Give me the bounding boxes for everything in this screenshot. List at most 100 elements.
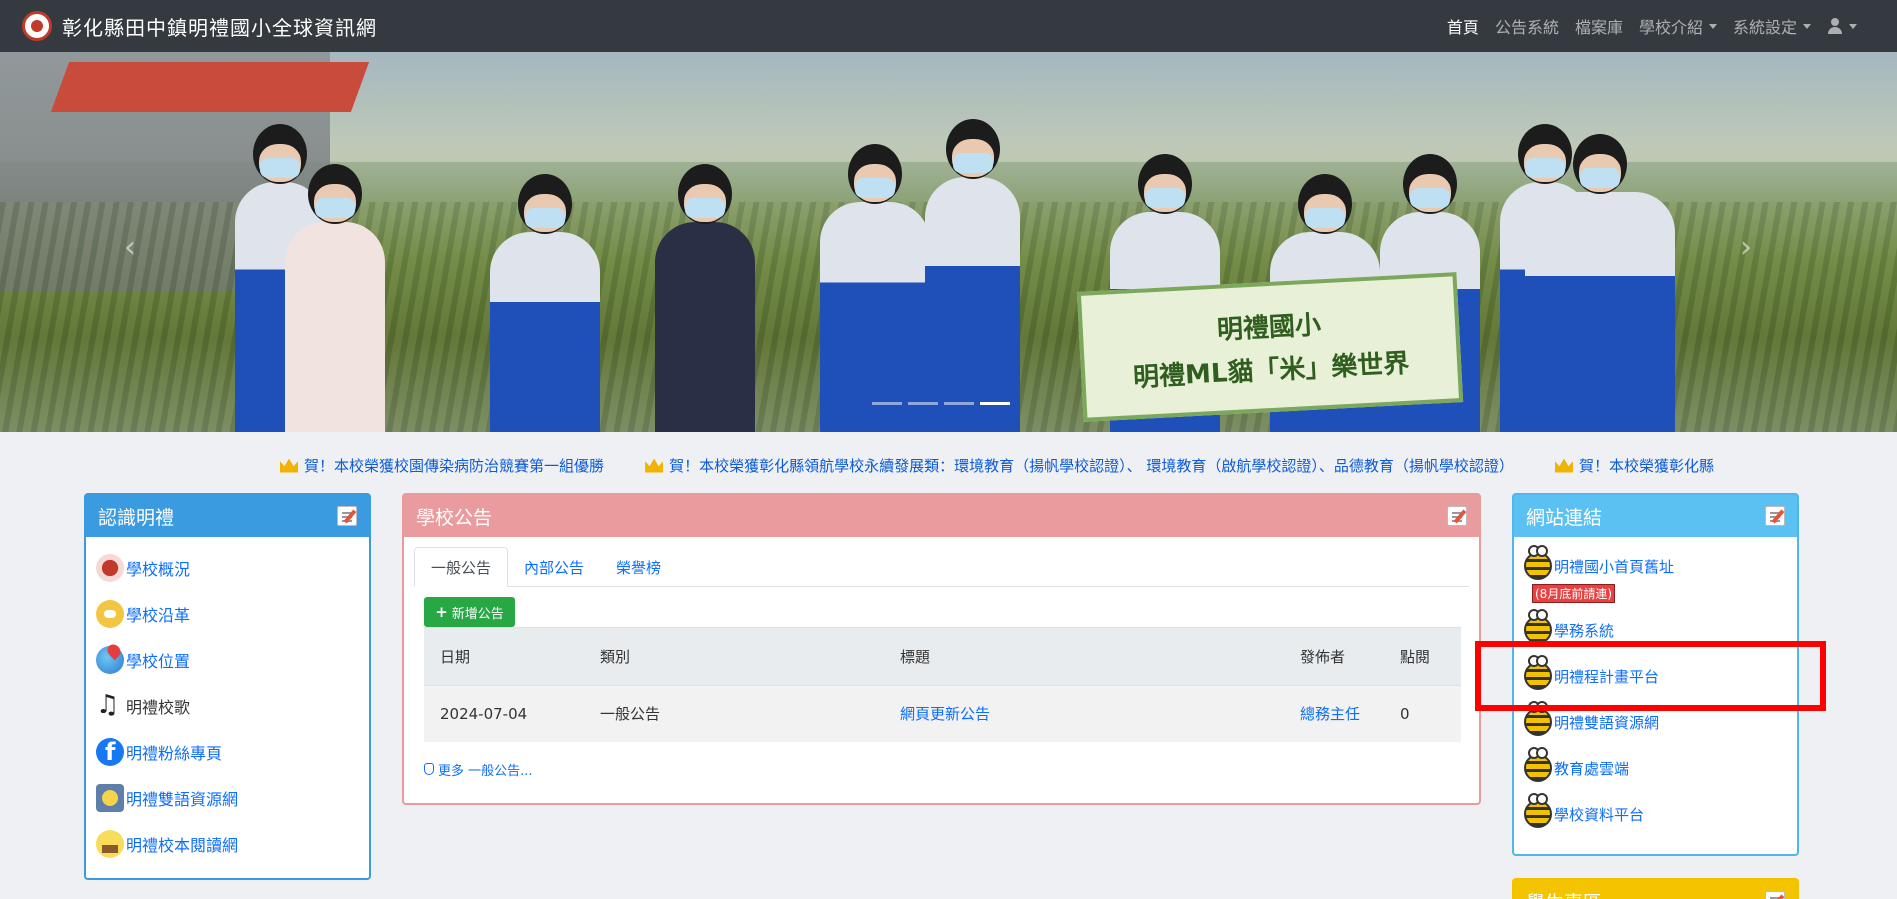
highlight-annotation-box: [1475, 641, 1826, 711]
about-card-header: 認識明禮: [86, 495, 369, 537]
student-area-card-header: 學生專區: [1514, 880, 1797, 899]
about-item-label: 明禮雙語資源網: [126, 790, 239, 809]
about-item-location[interactable]: 學校位置: [96, 637, 359, 683]
link-label: 教育處雲端: [1554, 759, 1630, 778]
announcements-card-header: 學校公告: [404, 495, 1479, 537]
col-views[interactable]: 點閱: [1384, 627, 1461, 686]
hero-sign-line1: 明禮國小: [1216, 310, 1322, 346]
nav-user-menu[interactable]: [1827, 18, 1857, 34]
facebook-icon: [96, 738, 124, 766]
link-note-row: (8月底前請連): [1524, 583, 1787, 607]
about-item-bilingual[interactable]: 明禮雙語資源網: [96, 775, 359, 821]
hero-carousel: 明禮國小 明禮ML貓「米」樂世界 ‹ ›: [0, 52, 1897, 432]
hero-sign: 明禮國小 明禮ML貓「米」樂世界: [1076, 272, 1464, 422]
carousel-next-icon[interactable]: ›: [1740, 230, 1752, 265]
link-school-data-platform[interactable]: 學校資料平台: [1524, 791, 1787, 837]
about-item-overview[interactable]: 學校概況: [96, 545, 359, 591]
tab-general[interactable]: 一般公告: [414, 547, 509, 587]
more-announcements-label: 更多 一般公告...: [438, 763, 533, 779]
col-category[interactable]: 類別: [584, 627, 884, 686]
brand[interactable]: 彰化縣田中鎮明禮國小全球資訊網: [22, 11, 377, 41]
school-logo-icon: [22, 11, 52, 41]
about-item-history[interactable]: 學校沿革: [96, 591, 359, 637]
bee-icon: [1524, 793, 1552, 828]
edit-icon[interactable]: [1765, 891, 1785, 899]
tab-internal[interactable]: 內部公告: [508, 547, 600, 587]
about-item-label: 學校概況: [126, 560, 191, 579]
edit-icon[interactable]: [1447, 506, 1467, 526]
bee-icon: [1524, 609, 1552, 644]
website-links-card-header: 網站連結: [1514, 495, 1797, 537]
nav-settings[interactable]: 系統設定: [1733, 14, 1811, 38]
carousel-indicator-active[interactable]: [980, 402, 1010, 405]
more-announcements-link[interactable]: 更多 一般公告...: [424, 760, 1479, 779]
site-title: 彰化縣田中鎮明禮國小全球資訊網: [62, 15, 377, 40]
col-title[interactable]: 標題: [884, 627, 1284, 686]
row-author-link[interactable]: 總務主任: [1284, 685, 1384, 742]
news-marquee: 賀！本校榮獲校園傳染病防治競賽第一組優勝 賀！本校榮獲彰化縣領航學校永續發展類：…: [280, 455, 1800, 481]
chevron-down-icon: [1849, 23, 1857, 29]
marquee-item[interactable]: 賀！本校榮獲彰化縣: [1554, 455, 1714, 476]
col-date[interactable]: 日期: [424, 627, 584, 686]
about-list: 學校概況 學校沿革 學校位置 明禮校歌 明禮粉絲專頁 明禮雙語資源網 明禮校本閱…: [86, 537, 369, 875]
hero-roof: [50, 62, 370, 112]
plus-icon: +: [435, 603, 448, 621]
carousel-indicator[interactable]: [872, 402, 902, 405]
link-label: 學務系統: [1554, 621, 1615, 640]
nav-school-intro[interactable]: 學校介紹: [1639, 14, 1717, 38]
student-area-card: 學生專區: [1512, 878, 1799, 899]
about-item-label: 學校沿革: [126, 606, 191, 625]
carousel-prev-icon[interactable]: ‹: [124, 230, 136, 265]
about-item-label: 明禮校本閱讀網: [126, 836, 239, 855]
about-item-reading[interactable]: 明禮校本閱讀網: [96, 821, 359, 867]
about-card: 認識明禮 學校概況 學校沿革 學校位置 明禮校歌 明禮粉絲專頁 明禮雙語資源網 …: [84, 493, 371, 880]
table-header-row: 日期 類別 標題 發佈者 點閱: [424, 627, 1461, 686]
row-category: 一般公告: [584, 685, 884, 742]
nav-files-label: 檔案庫: [1574, 18, 1623, 37]
carousel-indicators: [872, 402, 1010, 405]
chat-icon: [96, 600, 124, 628]
carousel-indicator[interactable]: [908, 402, 938, 405]
link-old-homepage[interactable]: 明禮國小首頁舊址: [1524, 545, 1787, 583]
col-author[interactable]: 發佈者: [1284, 627, 1384, 686]
hero-sign-line2: 明禮ML貓「米」樂世界: [1132, 348, 1411, 394]
link-label: 明禮雙語資源網: [1554, 713, 1660, 732]
hero-student: [925, 119, 1020, 432]
link-label: 學校資料平台: [1554, 805, 1645, 824]
carousel-indicator[interactable]: [944, 402, 974, 405]
nav-school-intro-label: 學校介紹: [1638, 18, 1703, 37]
announcements-table: 日期 類別 標題 發佈者 點閱 2024-07-04 一般公告 網頁更新公告 總…: [424, 627, 1461, 742]
nav-home[interactable]: 首頁: [1447, 14, 1479, 38]
bee-icon: [1524, 701, 1552, 736]
about-item-label: 學校位置: [126, 652, 191, 671]
marquee-text: 賀！本校榮獲彰化縣: [1578, 457, 1714, 475]
bee-icon: [1524, 747, 1552, 782]
pointer-hand-icon: [424, 763, 434, 775]
bee-icon: [1524, 545, 1552, 580]
marquee-item[interactable]: 賀！本校榮獲彰化縣領航學校永續發展類：環境教育（揚帆學校認證）、 環境教育（啟航…: [645, 455, 1514, 476]
nav-files[interactable]: 檔案庫: [1575, 14, 1623, 38]
row-title-link[interactable]: 網頁更新公告: [884, 685, 1284, 742]
edit-icon[interactable]: [337, 506, 357, 526]
link-education-cloud[interactable]: 教育處雲端: [1524, 745, 1787, 791]
nav-announcements[interactable]: 公告系統: [1495, 14, 1559, 38]
website-links-card-title: 網站連結: [1526, 506, 1603, 529]
link-label: 明禮國小首頁舊址: [1554, 557, 1675, 576]
nav-settings-label: 系統設定: [1732, 18, 1797, 37]
announcement-tabs: 一般公告 內部公告 榮譽榜: [414, 547, 1469, 587]
edit-icon[interactable]: [1765, 506, 1785, 526]
chevron-down-icon: [1803, 23, 1811, 29]
hero-student: [820, 144, 930, 432]
row-views: 0: [1384, 685, 1461, 742]
add-announcement-button[interactable]: + 新增公告: [424, 597, 515, 627]
student-area-card-title: 學生專區: [1526, 888, 1602, 899]
hero-student: [285, 164, 385, 432]
reading-icon: [96, 830, 124, 858]
nav-links: 首頁 公告系統 檔案庫 學校介紹 系統設定: [1447, 0, 1857, 52]
marquee-text: 賀！本校榮獲彰化縣領航學校永續發展類：環境教育（揚帆學校認證）、 環境教育（啟航…: [669, 457, 1514, 475]
marquee-text: 賀！本校榮獲校園傳染病防治競賽第一組優勝: [304, 457, 605, 475]
marquee-item[interactable]: 賀！本校榮獲校園傳染病防治競賽第一組優勝: [280, 455, 604, 476]
about-item-facebook[interactable]: 明禮粉絲專頁: [96, 729, 359, 775]
about-item-song[interactable]: 明禮校歌: [96, 683, 359, 729]
tab-honors[interactable]: 榮譽榜: [600, 547, 677, 587]
